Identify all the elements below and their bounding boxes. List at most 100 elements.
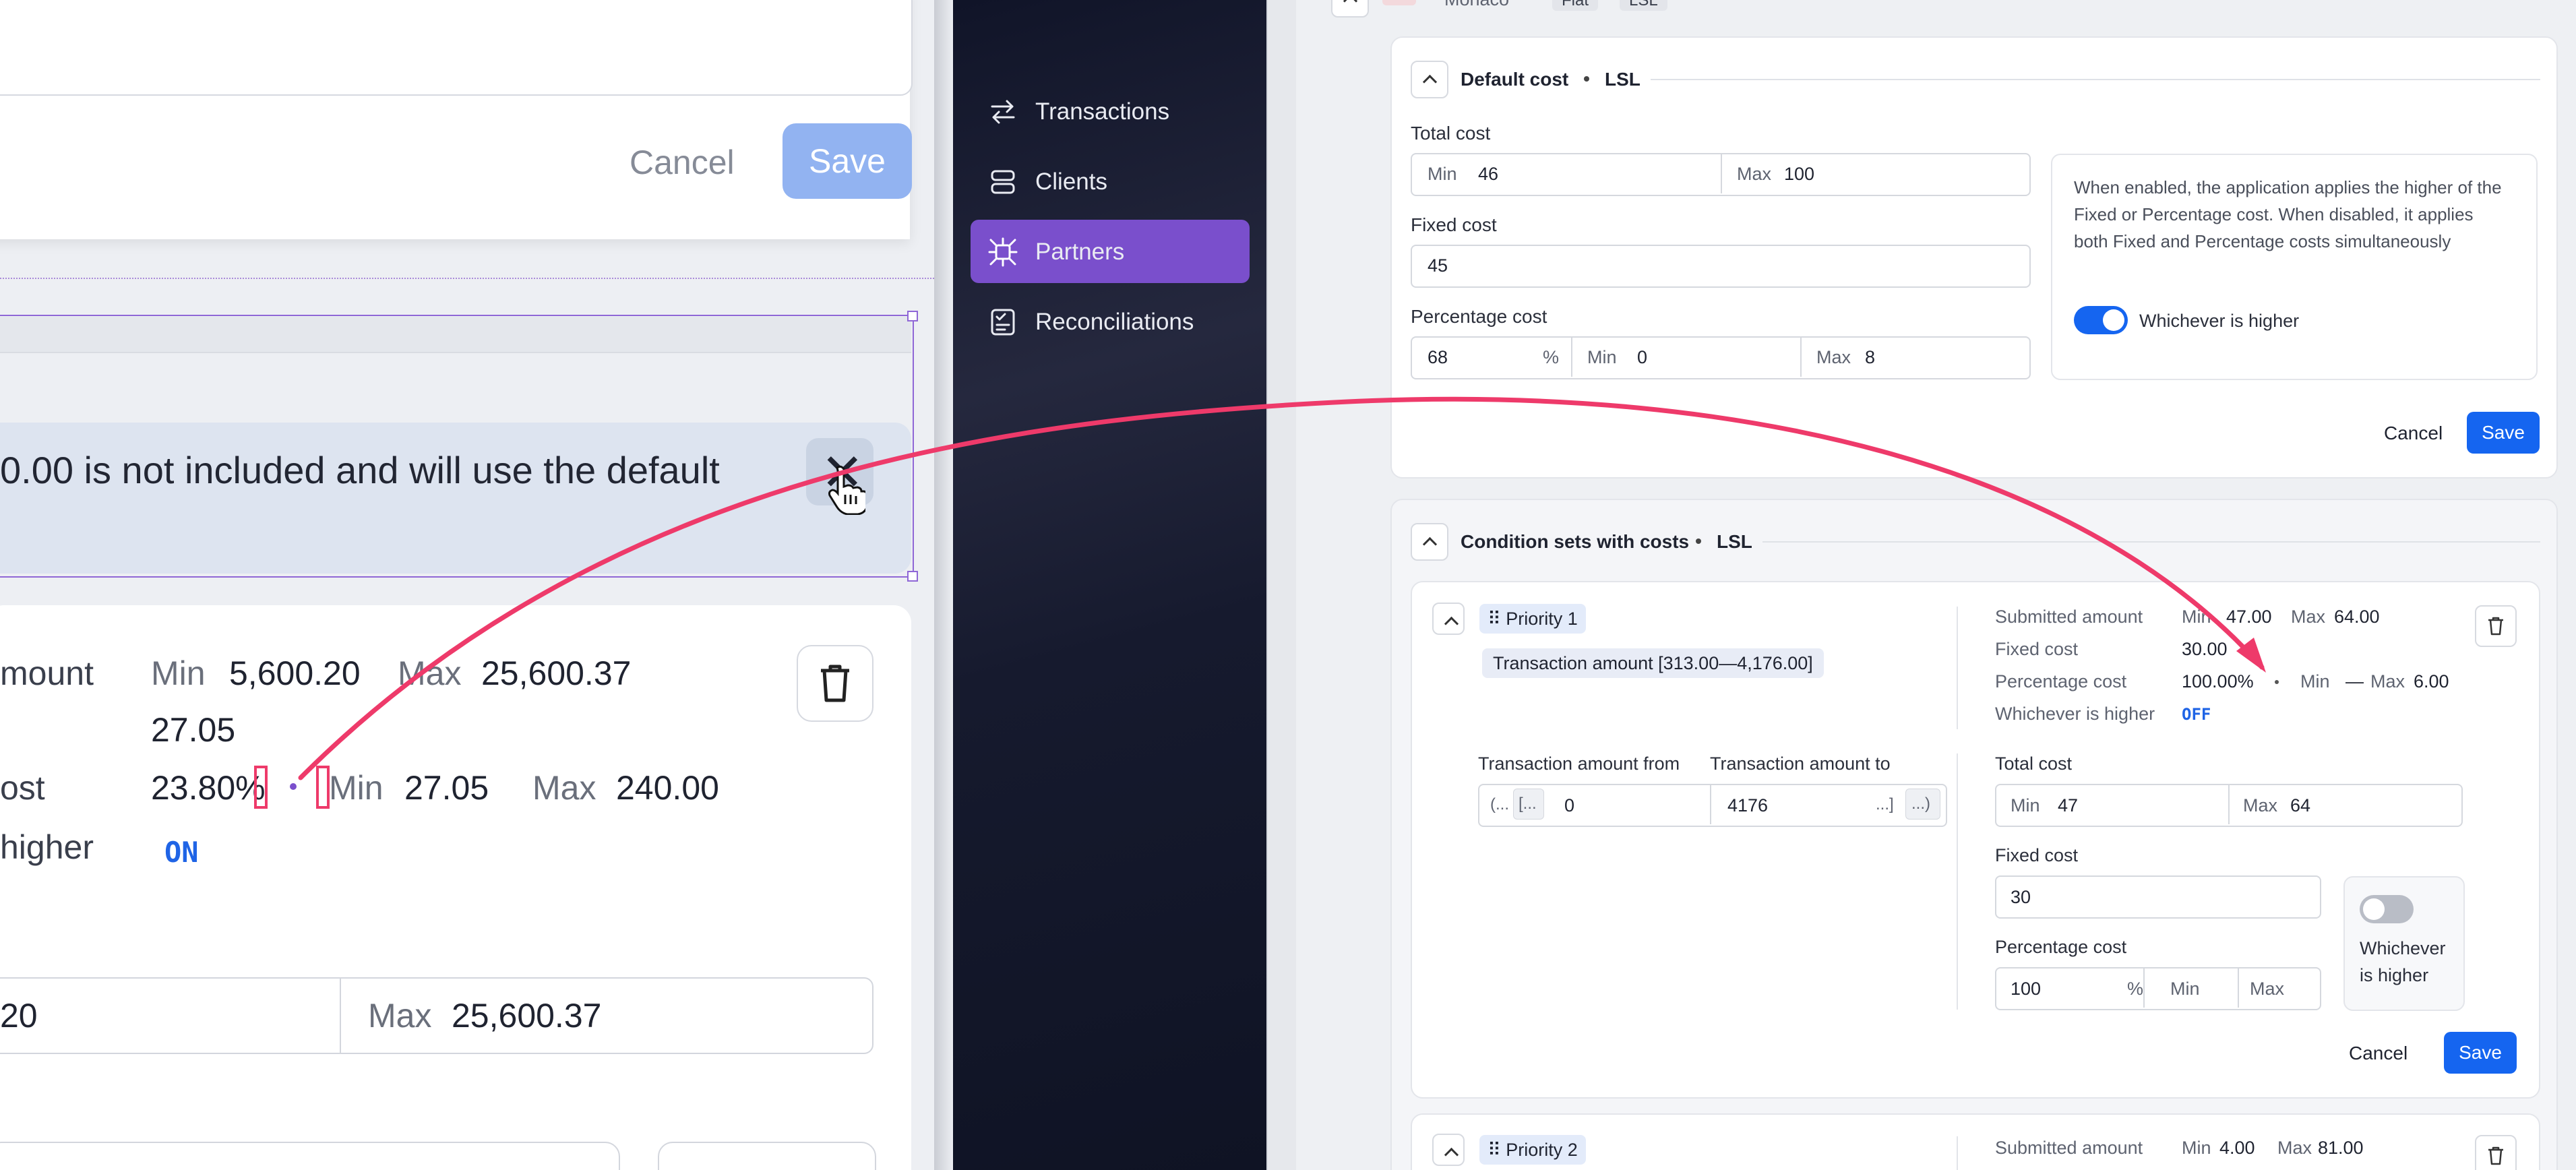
whichever-higher-state: OFF — [2182, 705, 2211, 724]
input-divider — [1721, 153, 1722, 193]
priority-2-delete-button[interactable] — [2475, 1135, 2517, 1170]
default-cost-currency: LSL — [1605, 69, 1640, 90]
range-max-value[interactable]: 25,600.37 — [452, 996, 601, 1035]
amount-max-label: Max — [398, 654, 462, 692]
priority-1-delete-button[interactable] — [2475, 605, 2517, 647]
selection-handle[interactable] — [907, 571, 918, 582]
selection-handle[interactable] — [907, 311, 918, 321]
total-max-value[interactable]: 100 — [1784, 164, 1814, 185]
input-divider — [1710, 784, 1711, 824]
percentage-min-value[interactable]: 0 — [1637, 347, 1647, 368]
tag-currency: LSL — [1620, 0, 1667, 11]
collapse-toggle[interactable] — [1331, 0, 1369, 18]
notes-textarea[interactable] — [0, 0, 913, 96]
trash-icon — [2488, 1146, 2503, 1165]
amount-from-label: Transaction amount from — [1478, 753, 1680, 774]
submitted-min-value: 4.00 — [2219, 1138, 2255, 1158]
trash-icon — [821, 665, 849, 702]
fixed-cost-value[interactable]: 30 — [2011, 887, 2031, 908]
percentage-cost-label: Percentage cost — [1995, 671, 2127, 691]
priority-1-save-button[interactable]: Save — [2444, 1032, 2517, 1074]
default-cost-cancel-button[interactable]: Cancel — [2384, 423, 2443, 444]
bracket-chip[interactable]: [... — [1513, 789, 1544, 820]
whichever-higher-label: Whichever is higher — [2139, 311, 2300, 331]
amount-label: mount — [0, 654, 94, 692]
sidebar-item-label: Clients — [1035, 168, 1107, 195]
percentage-min-value: — — [2345, 671, 2364, 691]
delete-button[interactable] — [797, 645, 873, 722]
percentage-max-value[interactable]: 8 — [1865, 347, 1875, 368]
whichever-higher-label-line2: is higher — [2360, 965, 2429, 985]
priority-2-badge[interactable]: ⠿ Priority 2 — [1479, 1135, 1586, 1165]
default-cost-collapse-button[interactable] — [1411, 61, 1448, 98]
range-max-label: Max — [368, 997, 432, 1035]
bracket-chip[interactable]: ...) — [1905, 789, 1940, 820]
percentage-max-value: 6.00 — [2414, 671, 2449, 691]
divider-line — [1651, 79, 2540, 80]
checklist-icon — [991, 309, 1015, 336]
total-max-label: Max — [1737, 164, 1772, 184]
vertical-divider — [1957, 607, 1958, 729]
percent-unit: % — [2127, 979, 2144, 999]
priority-1-cancel-button[interactable]: Cancel — [2349, 1043, 2408, 1064]
percentage-value: 23.80% — [151, 769, 266, 807]
divider-line — [1762, 541, 2540, 543]
total-max-value[interactable]: 64 — [2290, 795, 2310, 816]
percentage-value[interactable]: 68 — [1428, 347, 1448, 368]
input-divider — [1800, 336, 1802, 377]
info-text: When enabled, the application applies th… — [2074, 177, 2502, 251]
whichever-higher-state: ON — [164, 836, 199, 869]
dotted-guide — [0, 278, 937, 279]
percentage-min-label[interactable]: Min — [2170, 979, 2200, 999]
percentage-label: ost — [0, 769, 45, 807]
fixed-cost-value: 30.00 — [2182, 639, 2228, 659]
priority-1-collapse-button[interactable] — [1432, 603, 1465, 635]
bottom-input[interactable] — [0, 1142, 620, 1170]
priority-1-badge[interactable]: ⠿ Priority 1 — [1479, 604, 1586, 634]
whichever-higher-toggle[interactable] — [2360, 895, 2414, 923]
sidebar: Transactions Clients Partners Reconcilia… — [953, 0, 1266, 1170]
amount-from-value[interactable]: 0 — [1564, 795, 1574, 816]
range-divider — [340, 977, 341, 1054]
from-bracket-toggle[interactable]: (... — [1490, 795, 1509, 814]
condition-sets-collapse-button[interactable] — [1411, 523, 1448, 561]
total-min-value[interactable]: 46 — [1478, 164, 1498, 185]
save-button[interactable]: Save — [783, 123, 912, 199]
network-icon — [988, 237, 1018, 267]
selection-outline — [0, 315, 914, 578]
fixed-cost-value[interactable]: 45 — [1428, 255, 1448, 276]
amount-range-input[interactable] — [0, 977, 873, 1054]
percentage-cost-value: 100.00% — [2182, 671, 2254, 691]
default-cost-save-button[interactable]: Save — [2467, 412, 2540, 454]
vertical-divider — [1957, 753, 1958, 1010]
cancel-button[interactable]: Cancel — [630, 143, 735, 182]
amount-min-label: Min — [151, 654, 206, 692]
sidebar-item-label: Transactions — [1035, 98, 1170, 125]
percentage-max-label: Max — [2370, 671, 2405, 691]
whichever-higher-toggle[interactable] — [2074, 306, 2128, 334]
amount-to-value[interactable]: 4176 — [1727, 795, 1768, 816]
submitted-min-value: 47.00 — [2226, 607, 2272, 627]
percentage-max-label: Max — [1816, 347, 1851, 367]
percentage-cost-input[interactable] — [1411, 336, 2031, 379]
amount-max-value: 25,600.37 — [481, 654, 632, 692]
priority-2-collapse-button[interactable] — [1432, 1134, 1465, 1166]
input-divider — [2228, 784, 2230, 824]
submitted-amount-label: Submitted amount — [1995, 1138, 2143, 1158]
percentage-value[interactable]: 100 — [2011, 979, 2041, 999]
tag-flat: Flat — [1552, 0, 1599, 11]
sidebar-item-label: Reconciliations — [1035, 309, 1194, 335]
percentage-max-label[interactable]: Max — [2250, 979, 2284, 999]
sidebar-item-reconciliations[interactable]: Reconciliations — [971, 290, 1250, 353]
total-min-value[interactable]: 47 — [2058, 795, 2078, 816]
bottom-button[interactable] — [658, 1142, 876, 1170]
fixed-cost-input[interactable] — [1411, 245, 2031, 288]
fixed-cost-input[interactable] — [1995, 875, 2321, 919]
range-min-value[interactable]: 20 — [0, 996, 38, 1035]
sidebar-item-partners[interactable]: Partners — [971, 220, 1250, 283]
sidebar-item-clients[interactable]: Clients — [971, 150, 1250, 213]
sidebar-item-transactions[interactable]: Transactions — [971, 80, 1250, 143]
stack-icon — [991, 170, 1015, 194]
annotation-marker — [316, 766, 330, 809]
to-bracket-toggle[interactable]: ...] — [1876, 795, 1894, 814]
